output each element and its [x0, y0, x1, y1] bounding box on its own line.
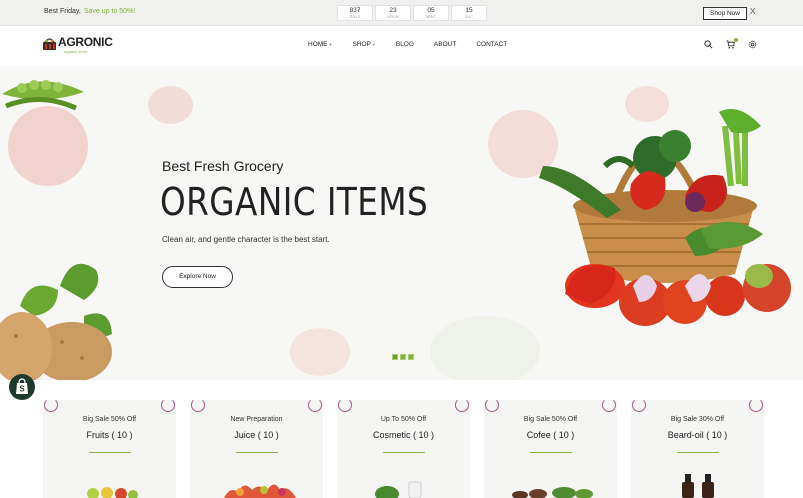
corner-ring: [632, 400, 646, 412]
category-name: Cofee ( 10 ): [526, 430, 575, 440]
site-logo[interactable]: AGRONIC organic store: [42, 34, 113, 58]
potato-illustration: [0, 263, 112, 380]
category-card-cosmetic[interactable]: Up To 50% Off Cosmetic ( 10 ): [337, 400, 470, 498]
cosmetic-image: [375, 481, 422, 498]
countdown-timer: 837 DAYS 23 HOUR 05 MINT 15 SEC: [337, 5, 487, 21]
countdown-label: DAYS: [349, 15, 361, 19]
search-icon[interactable]: [704, 40, 713, 49]
category-card-fruits[interactable]: Big Sale 50% Off Fruits ( 10 ): [43, 400, 176, 498]
countdown-value: 23: [389, 7, 397, 14]
announcement-bar: Best Friday, Save up to 50%! 837 DAYS 23 …: [0, 0, 803, 26]
corner-ring: [485, 400, 499, 412]
hero-subtitle: Best Fresh Grocery: [162, 158, 284, 174]
settings-icon[interactable]: [748, 40, 757, 49]
promo-text: Best Friday, Save up to 50%!: [44, 8, 135, 15]
chevron-down-icon: ▼: [371, 42, 376, 47]
basket-logo-icon: [43, 38, 56, 50]
logo-tagline: organic store: [64, 49, 88, 54]
category-divider: [383, 452, 425, 453]
nav-label: SHOP: [352, 41, 371, 48]
countdown-value: 15: [465, 7, 473, 14]
countdown-label: HOUR: [387, 15, 399, 19]
countdown-label: MINT: [426, 15, 436, 19]
category-offer: New Preparation: [230, 416, 283, 423]
category-name: Beard-oil ( 10 ): [667, 430, 728, 440]
nav-item-about[interactable]: ABOUT: [434, 41, 456, 48]
nav-item-shop[interactable]: SHOP▼: [352, 41, 375, 48]
slider-dot[interactable]: [392, 354, 398, 360]
nav-label: HOME: [308, 41, 328, 48]
background-tomato: [290, 328, 350, 376]
cart-button[interactable]: [726, 38, 738, 49]
corner-ring: [749, 400, 763, 412]
countdown-label: SEC: [464, 15, 474, 19]
coffee-image: [512, 487, 593, 498]
background-tomato: [8, 106, 88, 186]
corner-ring: [191, 400, 205, 412]
nav-item-contact[interactable]: CONTACT: [476, 41, 507, 48]
beard-oil-bottles-image: [682, 474, 714, 498]
logo-text: AGRONIC: [58, 35, 113, 49]
background-greens: [430, 316, 540, 380]
countdown-seconds: 15 SEC: [451, 5, 487, 21]
category-divider: [677, 452, 719, 453]
category-name: Juice ( 10 ): [234, 430, 279, 440]
peapod-illustration: [2, 80, 84, 111]
slider-pagination: [392, 354, 414, 360]
countdown-days: 837 DAYS: [337, 5, 373, 21]
header-icons: [704, 38, 757, 49]
corner-ring: [308, 400, 322, 412]
category-offer: Big Sale 30% Off: [670, 416, 725, 423]
category-offer: Big Sale 50% Off: [523, 416, 578, 423]
slider-dot[interactable]: [408, 354, 414, 360]
vegetable-basket-illustration: [539, 109, 791, 326]
hero-title: ORGANIC ITEMS: [160, 180, 429, 224]
category-card-cofee[interactable]: Big Sale 50% Off Cofee ( 10 ): [484, 400, 617, 498]
category-name: Fruits ( 10 ): [86, 430, 133, 440]
chevron-down-icon: ▼: [328, 42, 333, 47]
nav-item-blog[interactable]: BLOG: [396, 41, 414, 48]
close-announcement-button[interactable]: X: [750, 7, 755, 16]
category-cards: Big Sale 50% Off Fruits ( 10 ) New Prepa…: [43, 400, 764, 498]
category-name: Cosmetic ( 10 ): [372, 430, 434, 440]
site-header: AGRONIC organic store HOME▼ SHOP▼ BLOG A…: [0, 26, 803, 66]
category-divider: [89, 452, 131, 453]
countdown-minutes: 05 MINT: [413, 5, 449, 21]
corner-ring: [44, 400, 58, 412]
cart-count-badge: [734, 38, 738, 42]
corner-ring: [338, 400, 352, 412]
background-tomato: [148, 86, 193, 124]
corner-ring: [602, 400, 616, 412]
countdown-value: 05: [427, 7, 435, 14]
shopify-badge[interactable]: S: [9, 374, 35, 400]
corner-ring: [455, 400, 469, 412]
nav-item-home[interactable]: HOME▼: [308, 41, 332, 48]
juice-splash-image: [224, 484, 296, 498]
fruit-image: [87, 487, 138, 498]
promo-highlight: Save up to 50%!: [83, 8, 136, 15]
main-nav: HOME▼ SHOP▼ BLOG ABOUT CONTACT: [308, 41, 527, 48]
category-card-juice[interactable]: New Preparation Juice ( 10 ): [190, 400, 323, 498]
corner-ring: [161, 400, 175, 412]
category-offer: Up To 50% Off: [380, 416, 427, 423]
category-divider: [530, 452, 572, 453]
category-card-beard-oil[interactable]: Big Sale 30% Off Beard-oil ( 10 ): [631, 400, 764, 498]
slider-dot[interactable]: [400, 354, 406, 360]
countdown-value: 837: [349, 7, 361, 14]
countdown-hours: 23 HOUR: [375, 5, 411, 21]
svg-text:S: S: [19, 385, 25, 394]
promo-label: Best Friday,: [44, 8, 81, 15]
shop-now-button[interactable]: Shop Now: [703, 7, 747, 20]
hero-banner: Best Fresh Grocery ORGANIC ITEMS Clean a…: [0, 66, 803, 380]
explore-now-button[interactable]: Explore Now: [162, 266, 233, 288]
hero-description: Clean air, and gentle character is the b…: [162, 235, 330, 244]
category-offer: Big Sale 50% Off: [82, 416, 137, 423]
category-divider: [236, 452, 278, 453]
shopify-bag-icon: S: [16, 378, 28, 394]
